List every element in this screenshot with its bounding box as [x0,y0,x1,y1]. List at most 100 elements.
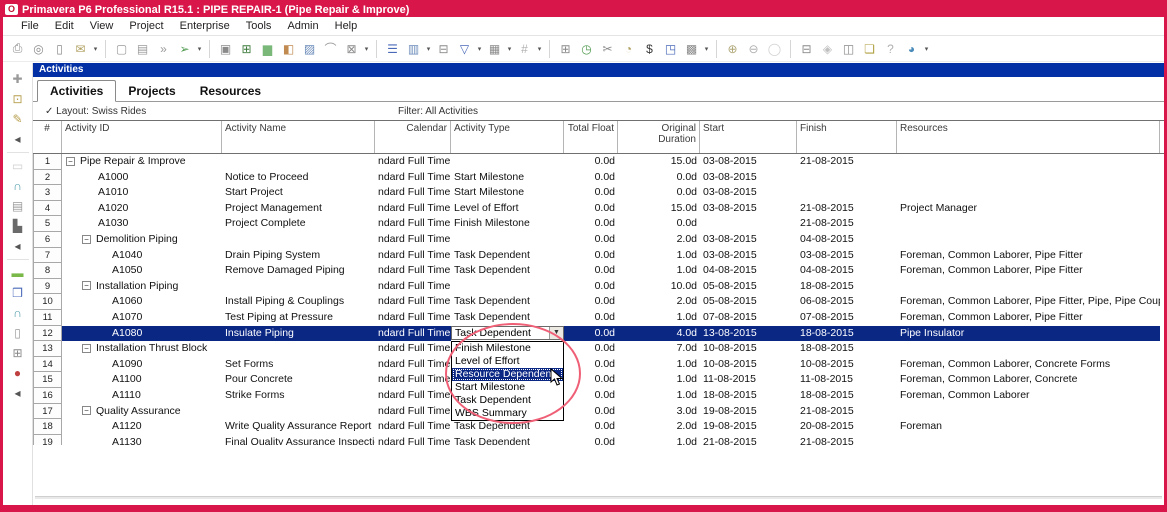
cell-finish[interactable] [797,170,897,186]
cell-activity-name[interactable] [222,341,375,357]
cell-activity-id[interactable]: A1010 [62,185,222,201]
cell-total-float[interactable]: 0.0d [564,404,618,420]
combobox-dropdown-button[interactable]: ▼ [549,327,563,340]
cell-activity-type[interactable] [451,154,564,170]
cell-original-duration[interactable]: 2.0d [618,294,700,310]
cell-activity-type[interactable]: Task Dependent [451,263,564,279]
table-row[interactable]: 18 A1120 Write Quality Assurance Report nda… [33,419,1164,435]
cell-finish[interactable]: 21-08-2015 [797,404,897,420]
cell-activity-id[interactable]: A1000 [62,170,222,186]
table-row[interactable]: 16 A1110 Strike Forms ndard Full Time 0.0d 1.… [33,387,1164,404]
expenses-icon[interactable]: ⊞ [8,344,28,362]
zoom-in-icon[interactable]: ⊕ [723,39,742,58]
cell-calendar[interactable]: ndard Full Time [375,154,451,170]
col-header-start[interactable]: Start [700,121,797,153]
cell-calendar[interactable]: ndard Full Time [375,404,451,420]
cell-original-duration[interactable]: 15.0d [618,154,700,170]
table-row[interactable]: 12 A1080 Insulate Piping ndard Full Time Tas… [33,325,1164,342]
cell-calendar[interactable]: ndard Full Time [375,372,451,388]
cell-resources[interactable]: Foreman, Common Laborer, Pipe Fitter [897,310,1160,326]
cell-original-duration[interactable]: 1.0d [618,263,700,279]
cell-original-duration[interactable]: 15.0d [618,201,700,217]
cell-total-float[interactable]: 0.0d [564,325,618,342]
dropdown-option[interactable]: Start Milestone [452,381,563,394]
cell-calendar[interactable]: ndard Full Time [375,216,451,232]
cell-start[interactable]: 05-08-2015 [700,279,797,295]
cell-activity-id[interactable]: A1080 [62,325,222,342]
assignments-icon[interactable]: ∩ [8,304,28,322]
cell-row-number[interactable]: 12 [33,325,62,342]
cell-row-number[interactable]: 4 [33,200,62,217]
col-header-activity-type[interactable]: Activity Type [451,121,564,153]
cell-activity-type[interactable] [451,232,564,248]
cell-activity-type[interactable] [451,279,564,295]
cell-resources[interactable] [897,216,1160,232]
recalc-costs-icon[interactable]: $ [640,39,659,58]
cell-start[interactable]: 03-08-2015 [700,154,797,170]
open-layout-icon[interactable]: ⊡ [8,90,28,108]
filter-icon-caret[interactable]: ▾ [475,45,484,53]
table-row[interactable]: 6− Demolition Piping ndard Full Time 0.0d 2.… [33,231,1164,248]
gantt-options-icon[interactable]: ⊠ [342,39,361,58]
edit-layout-icon[interactable]: ✎ [8,110,28,128]
online-help-icon[interactable]: ◕ [902,39,921,58]
collapse-box-icon[interactable]: − [66,156,75,166]
activity-type-combobox[interactable]: Task Dependent ▼ [451,326,564,341]
cell-activity-id[interactable]: − Demolition Piping [62,232,222,248]
col-header-activity-id[interactable]: Activity ID [62,121,222,153]
risks-icon[interactable]: ● [8,364,28,382]
spreadsheet-icon[interactable]: ⊞ [556,39,575,58]
cell-activity-name[interactable]: Drain Piping System [222,248,375,264]
cell-activity-name[interactable]: Project Complete [222,216,375,232]
cell-row-number[interactable]: 10 [33,294,62,310]
cell-total-float[interactable]: 0.0d [564,154,618,170]
cell-activity-name[interactable]: Start Project [222,185,375,201]
table-row[interactable]: 15 A1100 Pour Concrete ndard Full Time 0.0d 1… [33,372,1164,388]
cell-calendar[interactable]: ndard Full Time [375,279,451,295]
col-header-total-float[interactable]: Total Float [564,121,618,153]
collapse-box-icon[interactable]: − [82,343,91,353]
cell-activity-type[interactable]: Task Dependent [451,419,564,435]
cell-finish[interactable]: 21-08-2015 [797,216,897,232]
cell-original-duration[interactable]: 10.0d [618,279,700,295]
cell-row-number[interactable]: 1 [33,154,62,170]
level-resources-icon[interactable]: ✂ [598,39,617,58]
cell-resources[interactable] [897,154,1160,170]
cell-original-duration[interactable]: 2.0d [618,419,700,435]
cell-activity-id[interactable]: A1040 [62,248,222,264]
group-sort-icon-caret[interactable]: ▾ [505,45,514,53]
table-row[interactable]: 8 A1050 Remove Damaged Piping ndard Full Ti… [33,263,1164,279]
cell-activity-name[interactable]: Test Piping at Pressure [222,310,375,326]
cell-resources[interactable]: Foreman, Common Laborer, Pipe Fitter [897,248,1160,264]
cell-row-number[interactable]: 8 [33,263,62,279]
blank-panel-icon[interactable]: ▭ [8,157,28,175]
cell-activity-id[interactable]: − Installation Thrust Block [62,341,222,357]
cell-finish[interactable]: 04-08-2015 [797,263,897,279]
cell-activity-id[interactable]: A1110 [62,388,222,404]
cell-resources[interactable] [897,185,1160,201]
cell-start[interactable]: 19-08-2015 [700,419,797,435]
collapse-box-icon[interactable]: − [82,406,91,416]
cell-total-float[interactable]: 0.0d [564,419,618,435]
cell-original-duration[interactable]: 1.0d [618,388,700,404]
cell-activity-id[interactable]: − Installation Piping [62,279,222,295]
cell-finish[interactable]: 04-08-2015 [797,232,897,248]
cell-row-number[interactable]: 2 [33,169,62,186]
cell-row-number[interactable]: 16 [33,387,62,404]
cell-activity-name[interactable]: Insulate Piping [222,325,375,342]
menu-admin[interactable]: Admin [279,18,326,34]
split-horizontal-icon[interactable]: ⊟ [797,39,816,58]
cell-activity-name[interactable] [222,154,375,170]
columns-icon[interactable]: ▥ [404,39,423,58]
cell-activity-id[interactable]: − Quality Assurance [62,404,222,420]
menu-project[interactable]: Project [121,18,171,34]
cell-finish[interactable] [797,185,897,201]
cell-total-float[interactable]: 0.0d [564,388,618,404]
schedule-icon[interactable]: ◷ [577,39,596,58]
cell-original-duration[interactable]: 4.0d [618,325,700,342]
cell-row-number[interactable]: 18 [33,419,62,435]
cell-resources[interactable]: Foreman [897,419,1160,435]
print-preview-icon[interactable]: ◎ [29,39,48,58]
zoom-out-icon[interactable]: ⊖ [744,39,763,58]
col-header-resources[interactable]: Resources [897,121,1160,153]
